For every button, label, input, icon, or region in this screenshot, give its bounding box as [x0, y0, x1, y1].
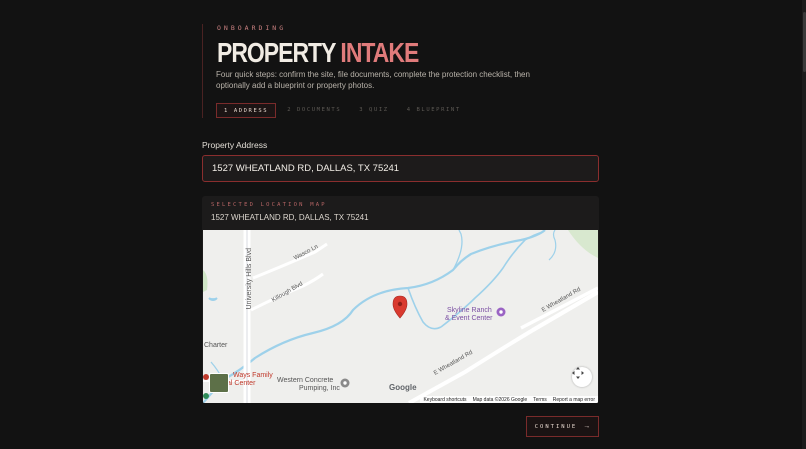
continue-label: CONTINUE: [534, 423, 578, 430]
continue-button[interactable]: CONTINUE →: [526, 416, 599, 437]
road-label-university-hills: University Hills Blvd: [246, 248, 253, 310]
scrollbar[interactable]: [802, 0, 806, 449]
step-tabs: 1 ADDRESS 2 DOCUMENTS 3 QUIZ 4 BLUEPRINT: [216, 103, 472, 118]
selected-location-text: 1527 WHEATLAND RD, DALLAS, TX 75241: [211, 213, 369, 222]
step-tab-quiz[interactable]: 3 QUIZ: [352, 103, 395, 118]
map-data-text: Map data ©2026 Google: [472, 396, 528, 403]
page-description: Four quick steps: confirm the site, file…: [216, 70, 530, 90]
google-map[interactable]: University Hills Blvd Wasco Ln Killough …: [203, 230, 598, 403]
map-label-charter: Charter: [204, 342, 228, 349]
poi-western-concrete-line2: Pumping, Inc: [299, 385, 340, 392]
poi-family-center-line1: Ways Family: [233, 372, 273, 379]
fullscreen-icon[interactable]: [572, 367, 592, 387]
title-part-1: PROPERTY: [217, 37, 336, 68]
map-type-thumbnail[interactable]: [209, 373, 229, 393]
arrow-right-icon: →: [583, 423, 591, 430]
step-tab-blueprint[interactable]: 4 BLUEPRINT: [400, 103, 468, 118]
poi-family-center-line2: al Center: [227, 380, 256, 387]
title-part-2: INTAKE: [340, 37, 419, 68]
terms-link[interactable]: Terms: [533, 397, 547, 403]
poi-western-concrete-line1: Western Concrete: [277, 377, 333, 384]
map-eyebrow: SELECTED LOCATION MAP: [211, 202, 327, 208]
page: ONBOARDING PROPERTY INTAKE Four quick st…: [0, 0, 806, 449]
step-tab-address[interactable]: 1 ADDRESS: [216, 103, 277, 118]
poi-skyline-ranch-line2: & Event Center: [445, 315, 493, 322]
eyebrow-label: ONBOARDING: [217, 24, 287, 32]
report-map-error-link[interactable]: Report a map error: [553, 397, 595, 403]
map-attribution: Keyboard shortcuts Map data ©2026 Google…: [420, 396, 598, 403]
keyboard-shortcuts-link[interactable]: Keyboard shortcuts: [423, 397, 466, 403]
address-input[interactable]: 1527 WHEATLAND RD, DALLAS, TX 75241: [202, 155, 599, 182]
address-label: Property Address: [202, 140, 268, 150]
map-card: SELECTED LOCATION MAP 1527 WHEATLAND RD,…: [202, 196, 599, 403]
step-tab-documents[interactable]: 2 DOCUMENTS: [280, 103, 348, 118]
page-title: PROPERTY INTAKE: [217, 39, 475, 67]
map-canvas: University Hills Blvd Wasco Ln Killough …: [203, 230, 598, 403]
google-logo: Google: [389, 383, 417, 392]
poi-skyline-ranch-line1: Skyline Ranch: [447, 307, 492, 314]
